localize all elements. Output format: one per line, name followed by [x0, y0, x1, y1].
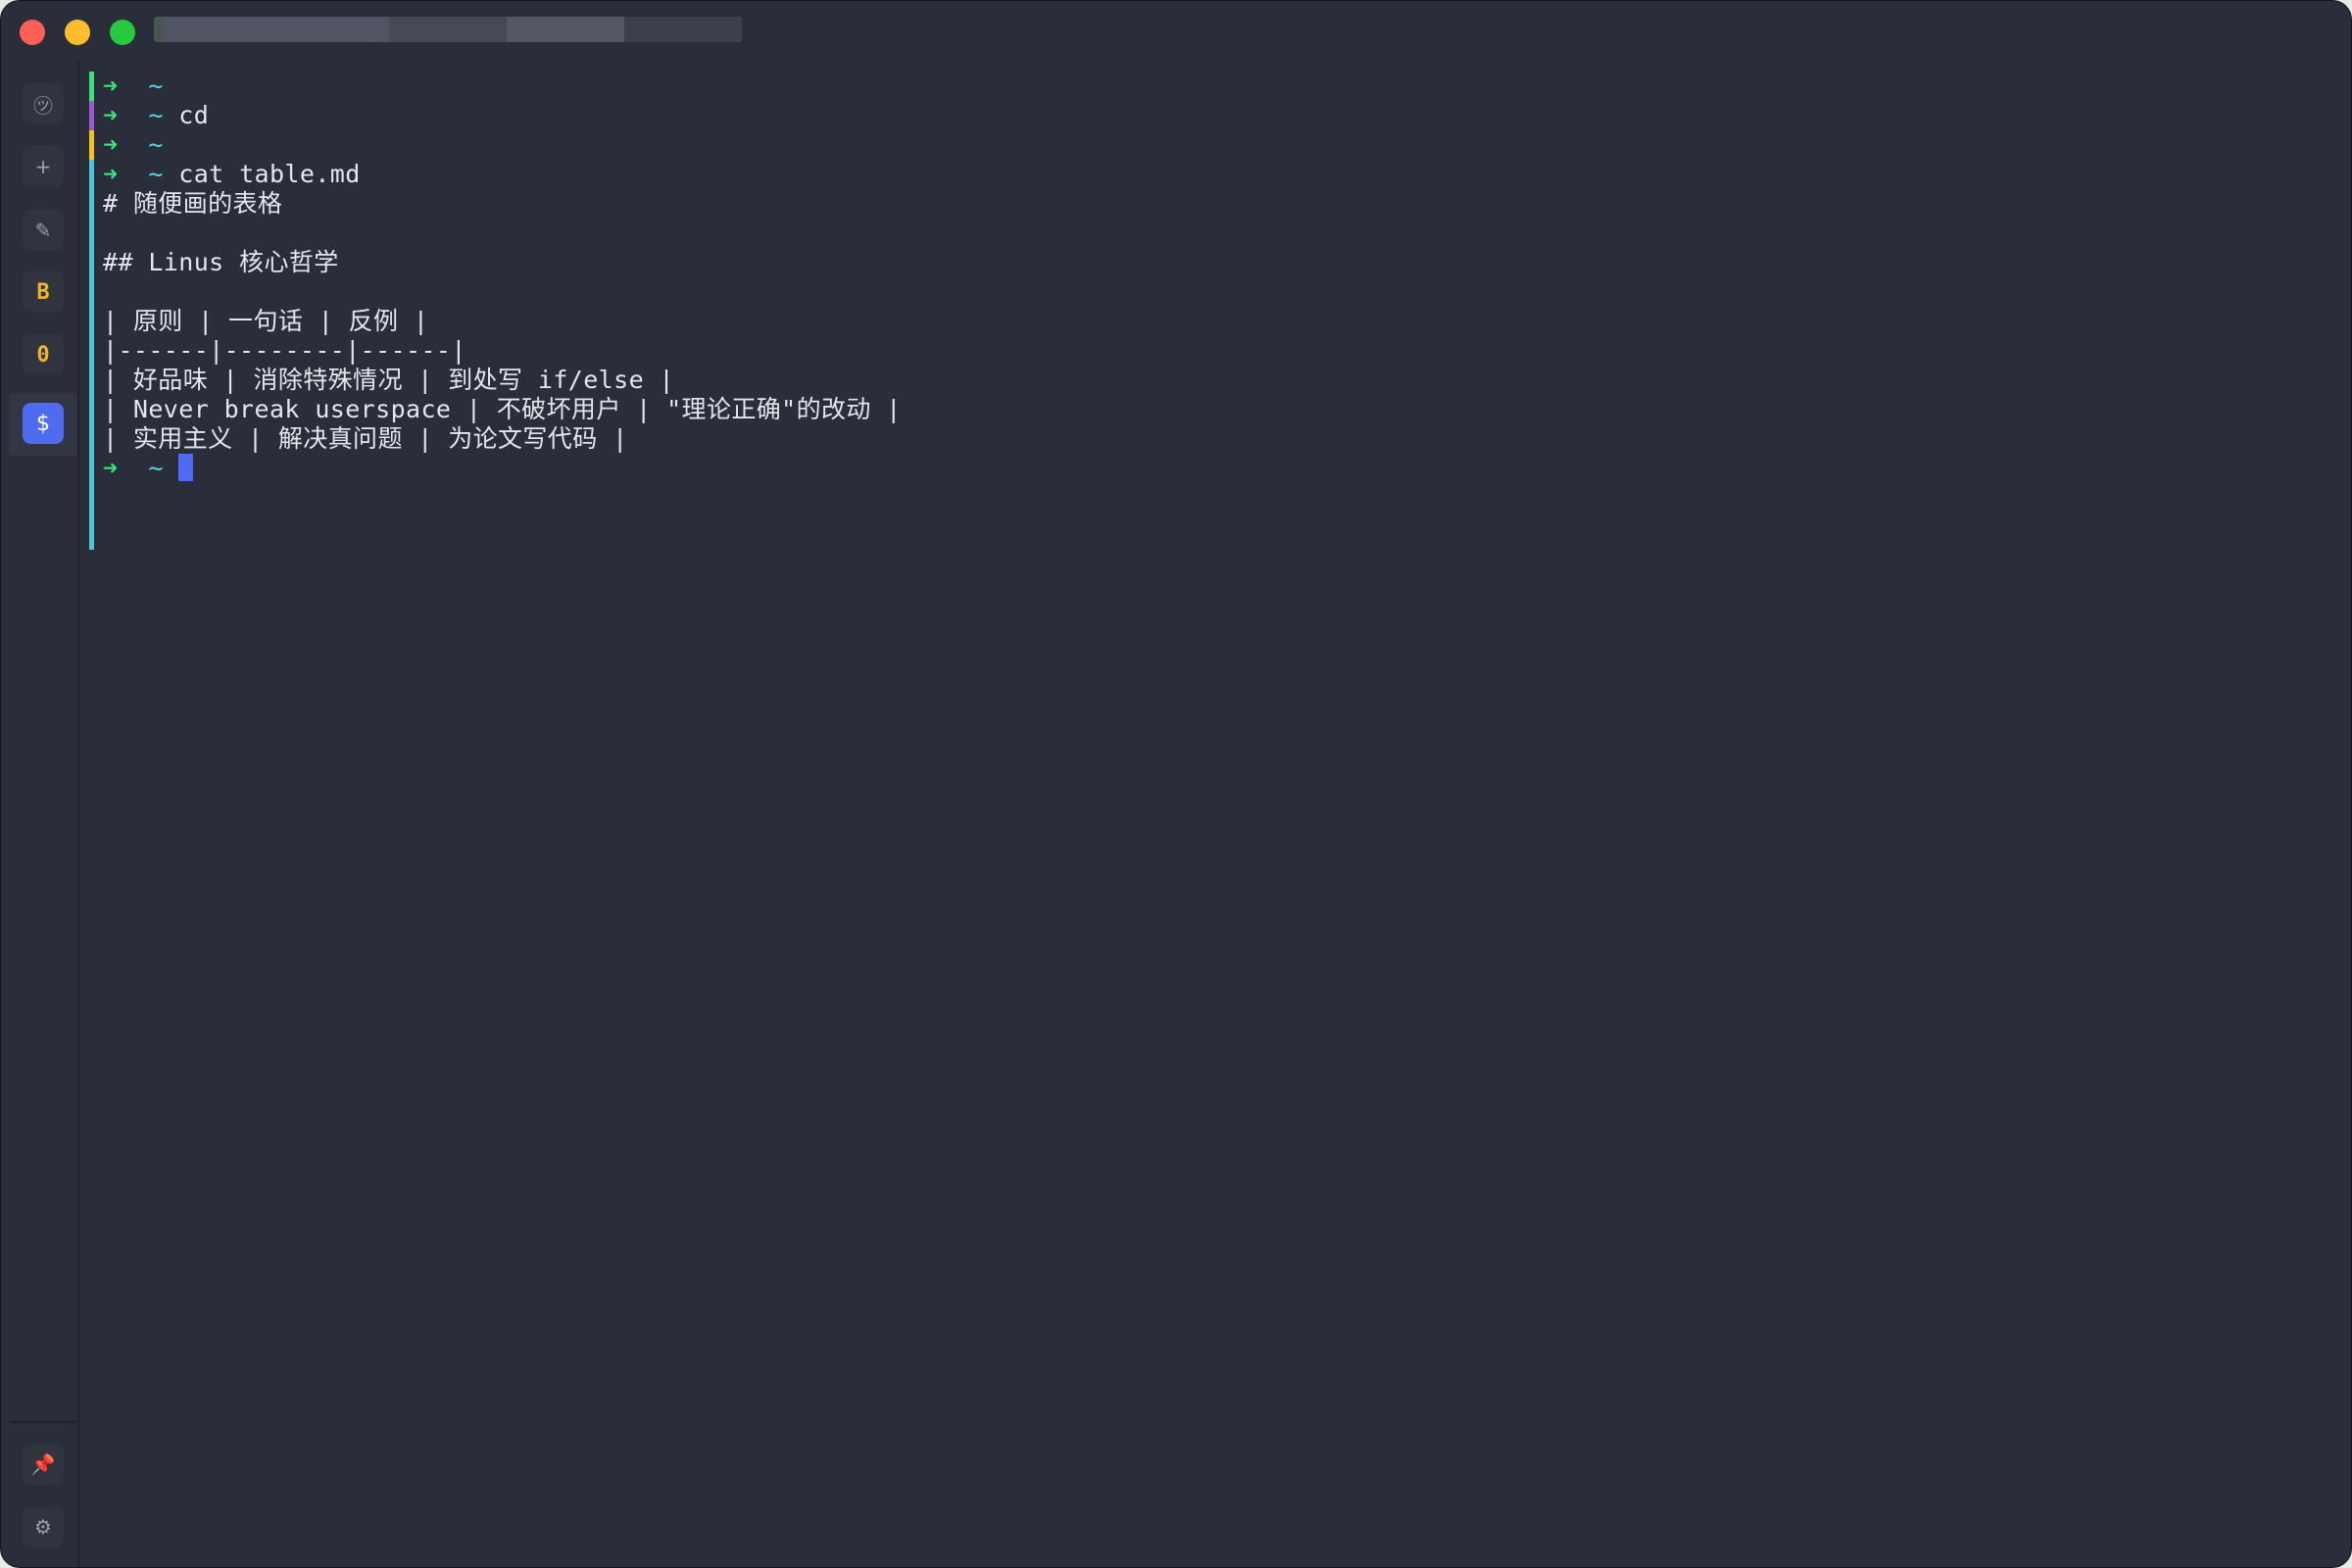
- sidebar-divider: [11, 1421, 75, 1423]
- output-line: | 实用主义 | 解决真问题 | 为论文写代码 |: [103, 424, 628, 453]
- block-marker-cyan: [89, 160, 94, 550]
- prompt-command: cd: [178, 101, 210, 129]
- prompt-directory: ~: [148, 454, 164, 482]
- maximize-button[interactable]: [110, 20, 135, 45]
- output-line: |------|--------|------|: [103, 336, 466, 365]
- plus-icon[interactable]: +: [23, 146, 64, 187]
- prompt-directory: ~: [148, 130, 164, 159]
- output-line: ## Linus 核心哲学: [103, 248, 339, 276]
- pin-icon[interactable]: 📌: [23, 1444, 64, 1485]
- prompt-arrow-icon: ➜: [103, 454, 119, 482]
- terminal-window: ㋡ + ✎ B 0 $ 📌 ⚙ ➜ ~ ➜ ~ cd ➜ ~ ➜ ~ cat t…: [0, 0, 2352, 1568]
- prompt-line: ➜ ~ cd: [103, 101, 209, 130]
- prompt-arrow-icon: ➜: [103, 160, 119, 188]
- pin-glyph: 📌: [30, 1452, 56, 1476]
- text-cursor: [178, 454, 194, 481]
- letter-o-glyph: 0: [36, 342, 50, 368]
- output-line: | 原则 | 一句话 | 反例 |: [103, 307, 429, 335]
- prompt-arrow-icon: ➜: [103, 72, 119, 100]
- minimize-button[interactable]: [65, 20, 90, 45]
- gear-glyph: ⚙: [34, 1515, 52, 1539]
- plus-glyph: +: [34, 155, 52, 178]
- block-marker-purple: [89, 101, 94, 130]
- prompt-directory: ~: [148, 72, 164, 100]
- dollar-terminal-icon[interactable]: $: [23, 403, 64, 444]
- letter-b-glyph: B: [36, 279, 50, 305]
- close-button[interactable]: [20, 20, 45, 45]
- pencil-icon[interactable]: ✎: [23, 210, 64, 251]
- prompt-line: ➜ ~ cat table.md: [103, 160, 361, 189]
- letter-b-icon[interactable]: B: [23, 271, 64, 313]
- output-line: # 随便画的表格: [103, 189, 283, 218]
- prompt-directory: ~: [148, 101, 164, 129]
- title-bar: [1, 1, 2351, 62]
- prompt-line: ➜ ~: [103, 130, 178, 160]
- prompt-directory: ~: [148, 160, 164, 188]
- prompt-arrow-icon: ➜: [103, 130, 119, 159]
- pencil-glyph: ✎: [34, 219, 52, 242]
- sidebar: ㋡ + ✎ B 0 $ 📌 ⚙: [1, 62, 79, 1567]
- gear-icon[interactable]: ⚙: [23, 1506, 64, 1547]
- block-marker-yellow: [89, 130, 94, 160]
- prompt-line: ➜ ~: [103, 454, 194, 483]
- prompt-arrow-icon: ➜: [103, 101, 119, 129]
- terminal-output[interactable]: ➜ ~ ➜ ~ cd ➜ ~ ➜ ~ cat table.md # 随便画的表格 ##…: [89, 72, 2333, 1551]
- output-line: | 好品味 | 消除特殊情况 | 到处写 if/else |: [103, 366, 674, 394]
- prompt-line: ➜ ~: [103, 72, 178, 101]
- output-line: | Never break userspace | 不破坏用户 | "理论正确"…: [103, 395, 902, 423]
- window-title-redacted: [154, 17, 742, 42]
- letter-o-icon[interactable]: 0: [23, 334, 64, 375]
- history-icon[interactable]: ㋡: [23, 83, 64, 124]
- history-glyph: ㋡: [33, 93, 53, 118]
- prompt-command: cat table.md: [178, 160, 361, 188]
- dollar-glyph: $: [36, 411, 50, 436]
- block-marker-green: [89, 72, 94, 101]
